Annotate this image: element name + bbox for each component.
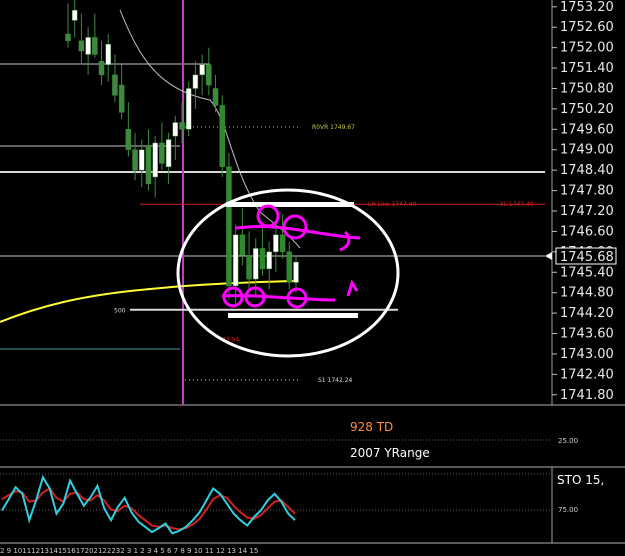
candle-body-25 xyxy=(232,234,239,287)
candle-body-33 xyxy=(286,251,293,283)
level-lh-low-label: LH Low 1747.40 xyxy=(368,201,416,208)
candle-body-18 xyxy=(185,88,192,130)
chart-background xyxy=(0,0,625,556)
candle-body-30 xyxy=(266,251,272,270)
candle-body-13 xyxy=(152,142,158,178)
candle-body-22 xyxy=(212,88,219,106)
price-tick-label-0: 1753.20 xyxy=(560,0,614,15)
price-tick-label-16: 1743.60 xyxy=(560,327,614,342)
price-tick-label-7: 1749.00 xyxy=(560,143,614,158)
td-tick-label: 25.00 xyxy=(558,437,578,445)
price-tick-label-11: 1746.60 xyxy=(560,224,614,239)
candle-body-9 xyxy=(125,129,132,150)
price-tick-label-8: 1748.40 xyxy=(560,163,614,178)
candle-body-14 xyxy=(159,142,165,164)
price-tick-label-18: 1742.40 xyxy=(560,367,614,382)
candle-body-1 xyxy=(71,9,78,21)
candle-body-31 xyxy=(273,234,279,253)
price-tick-label-3: 1751.40 xyxy=(560,61,614,76)
candle-body-23 xyxy=(219,105,225,168)
price-tick-label-13: 1745.40 xyxy=(560,265,614,280)
candle-body-20 xyxy=(199,64,205,76)
price-tick-label-19: 1741.80 xyxy=(560,388,614,403)
price-tick-label-1: 1752.60 xyxy=(560,20,614,35)
candle-body-3 xyxy=(85,37,91,55)
price-tick-label-2: 1752.00 xyxy=(560,41,614,56)
td-label: 928 TD xyxy=(350,420,393,434)
level-500-label: 500 xyxy=(114,308,126,315)
price-chart: R0VR 1749.67 LH Low 1747.40 YL 1747.40 500 7… xyxy=(0,0,625,556)
candle-body-8 xyxy=(118,84,125,113)
annotation-range-top xyxy=(226,202,354,207)
candle-body-7 xyxy=(112,74,118,96)
annotation-range-bottom xyxy=(228,313,358,318)
sto-tick-label: 75.00 xyxy=(558,506,578,514)
candle-body-5 xyxy=(98,61,105,76)
candle-body-27 xyxy=(246,255,252,280)
price-tick-label-14: 1744.80 xyxy=(560,286,614,301)
candle-body-19 xyxy=(192,74,199,89)
candle-body-0 xyxy=(65,33,71,42)
level-s1-label: S1 1742.24 xyxy=(318,377,353,384)
price-tick-label-15: 1744.20 xyxy=(560,306,614,321)
sto-label: STO 15, xyxy=(557,473,604,487)
candle-body-10 xyxy=(132,149,138,171)
price-tick-label-5: 1750.20 xyxy=(560,102,614,117)
current-price-label: 1745.68 xyxy=(560,250,614,265)
price-tick-label-9: 1747.80 xyxy=(560,184,614,199)
time-axis-labels: 2 9 1011121314151617202122232 3 1 2 3 4 … xyxy=(0,547,258,555)
price-tick-label-10: 1747.20 xyxy=(560,204,614,219)
level-r0vr-label: R0VR 1749.67 xyxy=(312,124,355,131)
candle-body-26 xyxy=(239,234,246,256)
candle-body-12 xyxy=(145,146,152,185)
candle-body-24 xyxy=(226,166,232,287)
candle-body-34 xyxy=(293,261,299,283)
candle-body-28 xyxy=(253,248,259,280)
candle-body-29 xyxy=(259,248,266,270)
candle-body-21 xyxy=(206,64,212,86)
candle-body-6 xyxy=(105,43,111,65)
candle-body-4 xyxy=(92,37,98,55)
candle-body-15 xyxy=(165,139,172,168)
candle-body-32 xyxy=(279,234,286,253)
candle-body-2 xyxy=(78,40,85,52)
yrange-label: 2007 YRange xyxy=(350,446,430,460)
candle-body-17 xyxy=(179,122,185,130)
level-yl-label: YL 1747.40 xyxy=(499,201,534,208)
candle-body-11 xyxy=(139,149,145,171)
price-tick-label-6: 1749.60 xyxy=(560,122,614,137)
candle-body-16 xyxy=(172,122,179,137)
price-tick-label-17: 1743.00 xyxy=(560,347,614,362)
price-tick-label-4: 1750.80 xyxy=(560,81,614,96)
